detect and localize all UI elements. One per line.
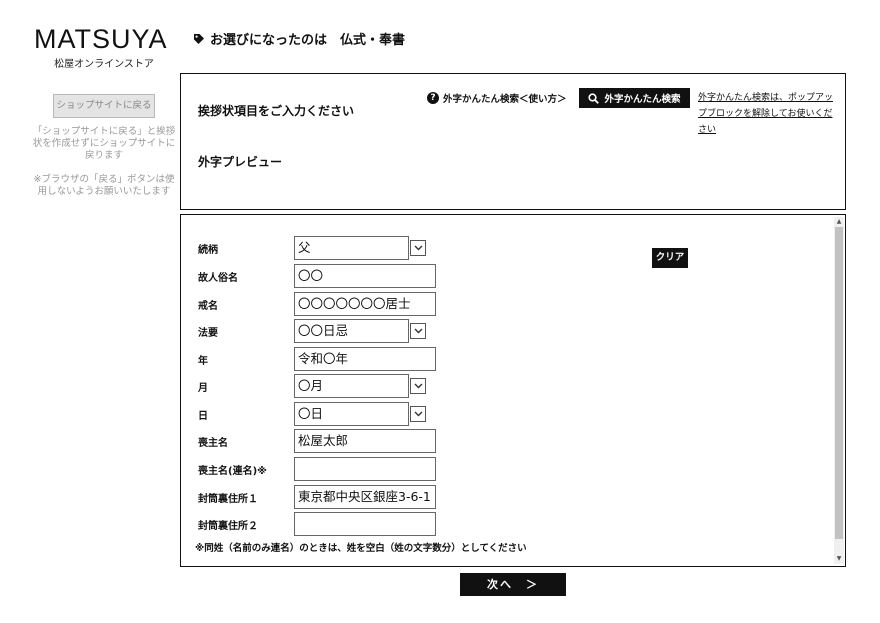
gaiji-search-button[interactable]: 外字かんたん検索 [579, 88, 690, 108]
chief-mourner-label: 喪主名 [198, 437, 228, 449]
address-2-label: 封筒裏住所２ [198, 520, 258, 532]
next-button[interactable]: 次へ ＞ [460, 573, 566, 596]
day-select[interactable]: 〇日 [294, 402, 409, 426]
clear-button[interactable]: クリア [652, 248, 688, 268]
month-select[interactable]: 〇月 [294, 374, 409, 398]
deceased-name-label: 故人俗名 [198, 272, 238, 284]
relation-select[interactable]: 父 [294, 236, 409, 260]
logo-subtitle: 松屋オンラインストア [54, 59, 154, 70]
kaimyo-label: 戒名 [198, 300, 218, 312]
form-row-year: 年 令和〇年 [198, 347, 436, 371]
chief-mourner-input[interactable]: 松屋太郎 [294, 429, 436, 453]
howto-label: 外字かんたん検索＜使い方＞ [443, 94, 567, 105]
day-dropdown-button[interactable] [410, 406, 426, 422]
popup-note-link[interactable]: 外字かんたん検索は、ポップアップブロックを解除してお使いください [698, 90, 836, 138]
gaiji-search-label: 外字かんたん検索 [604, 94, 681, 105]
sidebar: ショップサイトに戻る 「ショップサイトに戻る」と挨拶状を作成せずにショップサイト… [30, 94, 178, 210]
year-input[interactable]: 令和〇年 [294, 347, 436, 371]
page-title: お選びになったのは 仏式・奉書 [193, 29, 405, 48]
form-row-memorial: 法要 〇〇日忌 [198, 319, 426, 343]
preview-heading: 外字プレビュー [198, 155, 283, 169]
form-row-deceased-name: 故人俗名 〇〇 [198, 264, 436, 288]
chevron-down-icon [414, 245, 422, 251]
month-dropdown-button[interactable] [410, 378, 426, 394]
day-label: 日 [198, 410, 208, 422]
memorial-select[interactable]: 〇〇日忌 [294, 319, 409, 343]
search-icon [588, 92, 600, 104]
form-row-address-2: 封筒裏住所２ [198, 512, 436, 536]
kaimyo-input[interactable]: 〇〇〇〇〇〇〇居士 [294, 292, 436, 316]
month-label: 月 [198, 382, 208, 394]
form-footnote: ※同姓（名前のみ連名）のときは、姓を空白（姓の文字数分）としてください [195, 543, 527, 554]
year-label: 年 [198, 355, 208, 367]
address-1-input[interactable]: 東京都中央区銀座3-6-1 [294, 485, 436, 509]
chevron-down-icon [414, 411, 422, 417]
input-heading: 挨拶状項目をご入力ください [198, 104, 355, 118]
tag-icon [194, 33, 204, 44]
form-row-day: 日 〇日 [198, 402, 426, 426]
deceased-name-input[interactable]: 〇〇 [294, 264, 436, 288]
memorial-label: 法要 [198, 327, 218, 339]
form-row-month: 月 〇月 [198, 374, 426, 398]
question-icon: ? [427, 92, 439, 104]
scroll-up-arrow-icon[interactable]: ▲ [835, 218, 843, 226]
sidebar-note-browser: ※ブラウザの「戻る」ボタンは使用しないようお願いいたします [33, 174, 175, 197]
page-title-text: お選びになったのは 仏式・奉書 [210, 33, 406, 48]
brand-logo[interactable]: MATSUYA 松屋オンラインストア [34, 24, 174, 71]
memorial-dropdown-button[interactable] [410, 323, 426, 339]
relation-dropdown-button[interactable] [410, 240, 426, 256]
scroll-down-arrow-icon[interactable]: ▼ [835, 555, 843, 563]
chevron-down-icon [414, 383, 422, 389]
form-row-chief-mourner: 喪主名 松屋太郎 [198, 429, 436, 453]
form-row-address-1: 封筒裏住所１ 東京都中央区銀座3-6-1 [198, 485, 436, 509]
howto-link[interactable]: ? 外字かんたん検索＜使い方＞ [427, 91, 567, 105]
joint-mourner-input[interactable] [294, 457, 436, 481]
joint-mourner-label: 喪主名(連名)※ [198, 465, 267, 477]
form-row-relation: 続柄 父 [198, 236, 426, 260]
form-row-joint-mourner: 喪主名(連名)※ [198, 457, 436, 481]
logo-wordmark: MATSUYA [34, 24, 168, 54]
scrollbar-thumb[interactable] [835, 227, 843, 539]
chevron-down-icon [414, 328, 422, 334]
header-panel: 挨拶状項目をご入力ください 外字プレビュー ? 外字かんたん検索＜使い方＞ 外字… [180, 73, 846, 210]
address-1-label: 封筒裏住所１ [198, 493, 258, 505]
sidebar-note-back: 「ショップサイトに戻る」と挨拶状を作成せずにショップサイトに戻ります [32, 126, 176, 161]
address-2-input[interactable] [294, 512, 436, 536]
form-panel[interactable]: ▲ ▼ 続柄 父 故人俗名 〇〇 戒名 〇〇〇〇〇〇〇居士 法要 〇〇日忌 年 … [180, 214, 846, 567]
back-to-shop-button[interactable]: ショップサイトに戻る [53, 94, 155, 118]
form-row-kaimyo: 戒名 〇〇〇〇〇〇〇居士 [198, 292, 436, 316]
relation-label: 続柄 [198, 244, 218, 256]
